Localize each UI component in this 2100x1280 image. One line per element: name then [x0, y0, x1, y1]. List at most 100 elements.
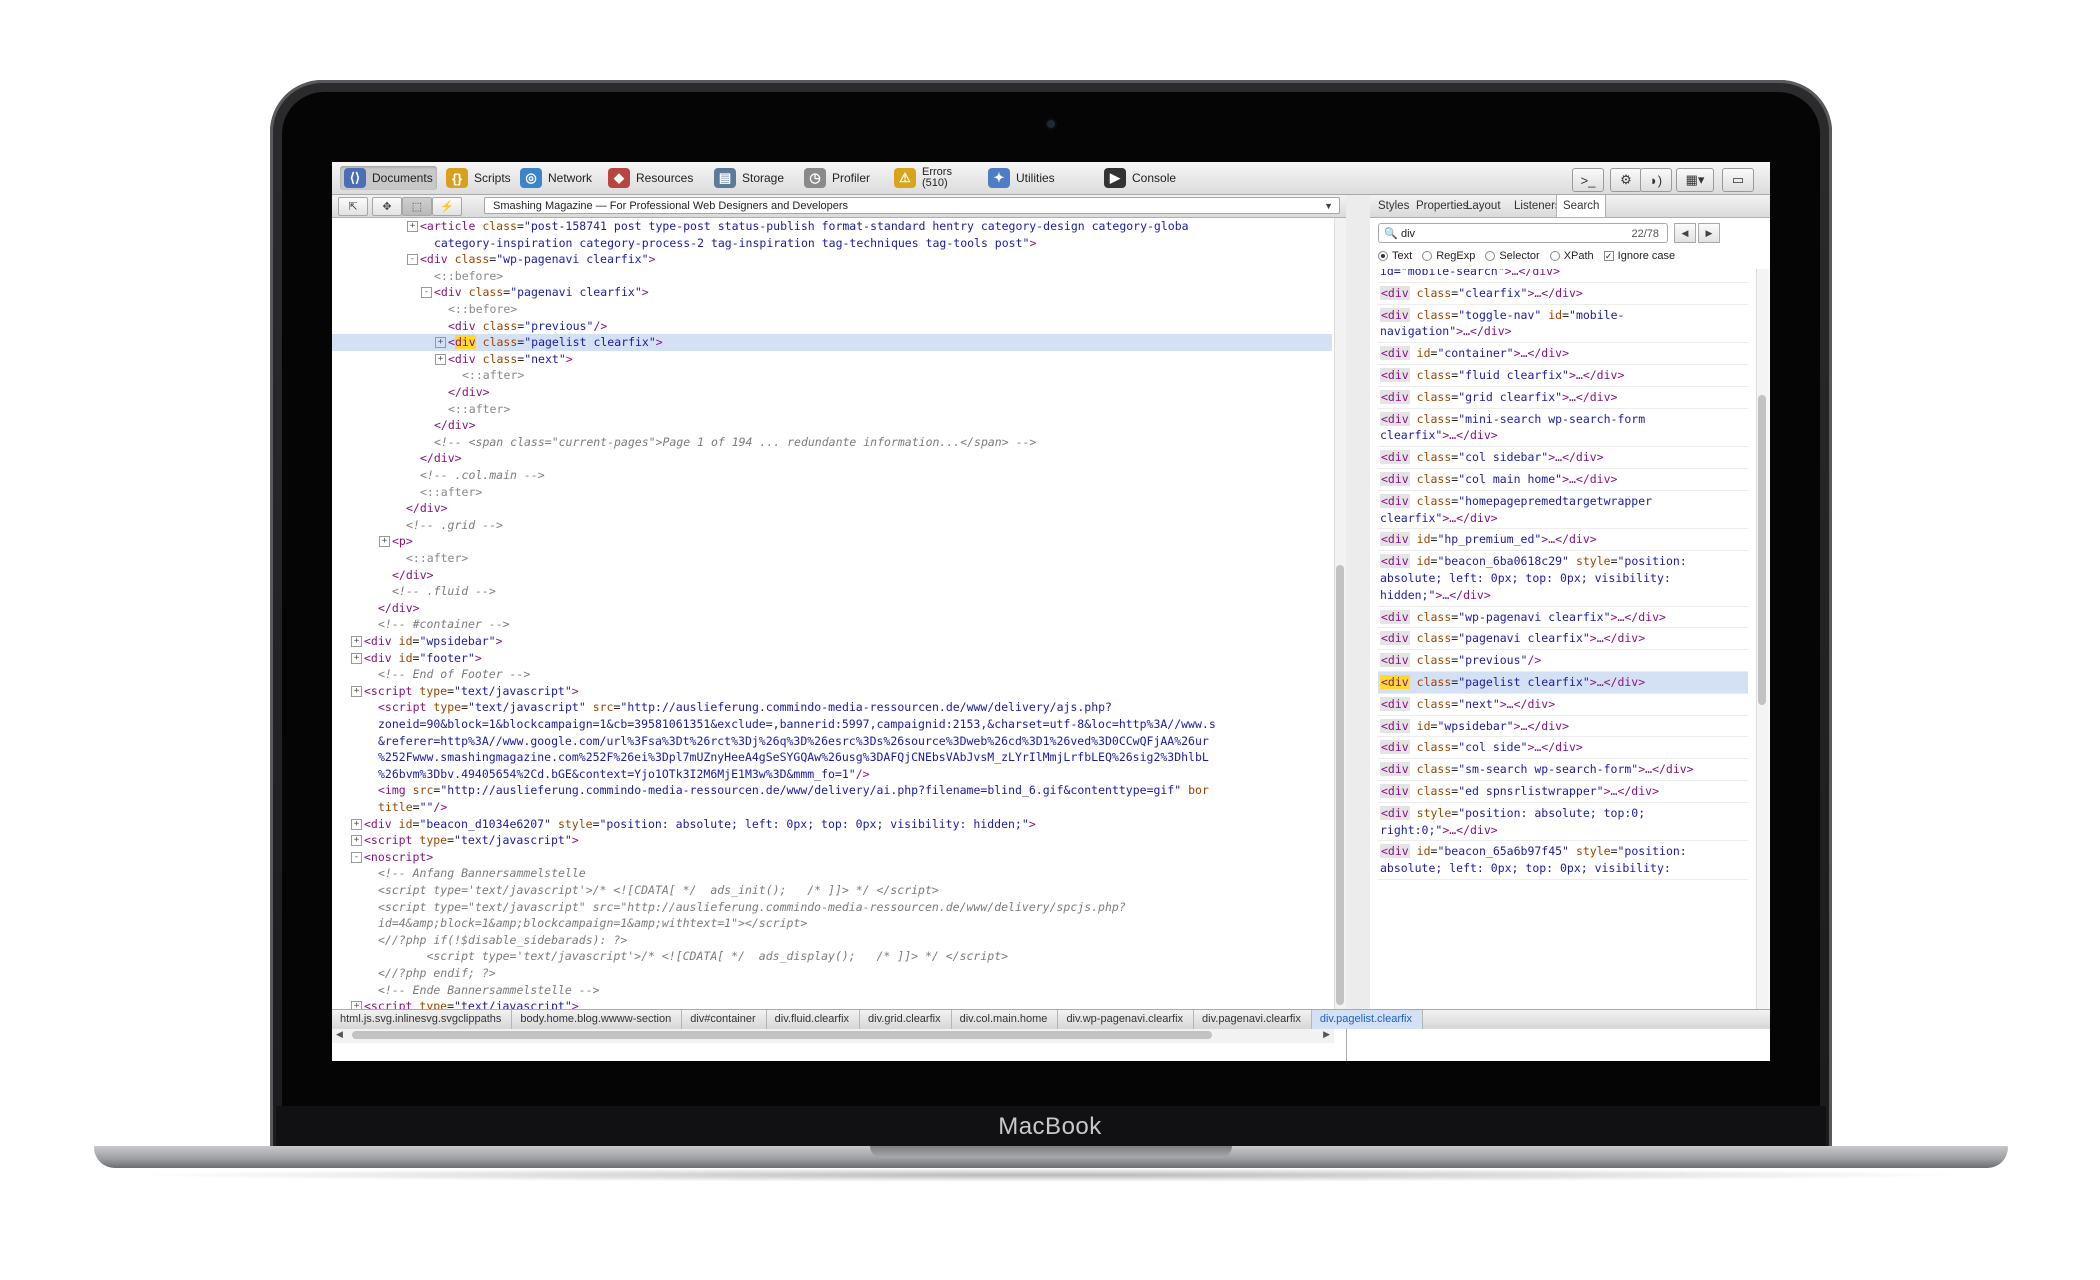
search-option-xpath[interactable]: XPath — [1549, 250, 1594, 262]
toolbar-errors-button[interactable]: ⚠ Errors (510) — [890, 166, 956, 190]
dom-node-line[interactable]: zoneid=90&block=1&blockcampaign=1&cb=395… — [332, 716, 1332, 733]
search-result-item[interactable]: <div class="homepagepremedtargetwrapper … — [1378, 491, 1748, 530]
search-result-item[interactable]: <div class="col side">…</div> — [1378, 737, 1748, 760]
toolbar-resources-button[interactable]: ◆ Resources — [604, 166, 697, 190]
dom-node-line[interactable]: + <div id="beacon_d1034e6207" style="posi… — [332, 816, 1332, 833]
dom-node-line[interactable]: + <article class="post-158741 post type-p… — [332, 218, 1332, 235]
breadcrumb-item[interactable]: div.fluid.clearfix — [767, 1010, 861, 1029]
dom-node-line[interactable]: </div> — [332, 450, 1332, 467]
toolbar-documents-button[interactable]: ⟨⟩ Documents — [340, 166, 437, 190]
dom-node-line[interactable]: + <div class="pagelist clearfix"> — [332, 334, 1332, 351]
dom-node-line[interactable]: <//?php endif; ?> — [332, 965, 1332, 982]
dom-node-line[interactable]: <::before> — [332, 268, 1332, 285]
dom-node-line[interactable]: <!-- Anfang Bannersammelstelle — [332, 865, 1332, 882]
search-result-item[interactable]: <div id="wpsidebar">…</div> — [1378, 716, 1748, 738]
dom-node-line[interactable]: title=""/> — [332, 799, 1332, 816]
breadcrumb-item[interactable]: div.pagelist.clearfix — [1311, 1010, 1423, 1029]
search-result-item[interactable]: id="mobile-search">…</div> — [1378, 269, 1748, 283]
search-result-item[interactable]: <div class="col sidebar">…</div> — [1378, 447, 1748, 469]
dom-node-line[interactable]: + <div class="next"> — [332, 351, 1332, 368]
dom-node-line[interactable]: category-inspiration category-process-2 … — [332, 235, 1332, 252]
toolbar-utilities-button[interactable]: ✦ Utilities — [984, 166, 1059, 190]
scroll-right-icon[interactable]: ▶ — [1323, 1029, 1330, 1040]
search-result-item[interactable]: <div id="beacon_65a6b97f45" style="posit… — [1378, 841, 1748, 880]
expand-icon[interactable]: + — [435, 353, 446, 365]
radio-icon[interactable] — [1378, 251, 1388, 261]
tab-styles[interactable]: Styles — [1372, 195, 1415, 217]
dom-node-line[interactable]: <script type="text/javascript" src="http… — [332, 899, 1332, 916]
search-next-button[interactable]: ▶ — [1698, 223, 1720, 243]
dom-node-line[interactable]: %26bvm%3Dbv.49405654%2Cd.bGE&context=Yjo… — [332, 766, 1332, 783]
radio-icon[interactable] — [1422, 251, 1433, 261]
settings-button[interactable]: ⚙ — [1610, 168, 1642, 192]
dom-node-line[interactable]: <//?php if(!$disable_sidebarads): ?> — [332, 932, 1332, 949]
search-result-item[interactable]: <div class="grid clearfix">…</div> — [1378, 387, 1748, 409]
expand-icon[interactable]: + — [351, 685, 362, 697]
dom-tree-hscroll-thumb[interactable] — [352, 1031, 1212, 1039]
events-button[interactable]: ⚡ — [432, 197, 462, 216]
search-result-item[interactable]: <div class="toggle-nav" id="mobile- navi… — [1378, 305, 1748, 344]
radio-icon[interactable] — [1549, 251, 1560, 261]
search-option-selector[interactable]: Selector — [1485, 250, 1540, 262]
expand-icon[interactable]: + — [407, 221, 418, 232]
checkbox-icon[interactable]: ✓ — [1603, 251, 1614, 261]
breadcrumb-item[interactable]: div#container — [682, 1010, 767, 1029]
dom-node-line[interactable]: </div> — [332, 500, 1332, 517]
dom-node-line[interactable]: <script type='text/javascript'>/* <![CDA… — [332, 948, 1332, 965]
dom-node-line[interactable]: <::after> — [332, 401, 1332, 418]
dom-node-line[interactable]: <::after> — [332, 550, 1332, 567]
dom-tree[interactable]: + <article class="post-158741 post type-p… — [332, 218, 1332, 1028]
page-select[interactable]: Smashing Magazine — For Professional Web… — [484, 197, 1340, 214]
search-result-item[interactable]: <div id="beacon_6ba0618c29" style="posit… — [1378, 551, 1748, 607]
toolbar-network-button[interactable]: ◎ Network — [516, 166, 596, 190]
toolbar-storage-button[interactable]: ▤ Storage — [710, 166, 788, 190]
search-result-item[interactable]: <div class="previous"/> — [1378, 650, 1748, 672]
results-scroll-thumb[interactable] — [1758, 395, 1766, 705]
search-result-item[interactable]: <div style="position: absolute; top:0; r… — [1378, 803, 1748, 842]
dom-node-line[interactable]: - <noscript> — [332, 849, 1332, 866]
dom-node-line[interactable]: <!-- .col.main --> — [332, 467, 1332, 484]
search-result-item[interactable]: <div class="wp-pagenavi clearfix">…</div… — [1378, 607, 1748, 629]
dom-tree-scroll-thumb[interactable] — [1336, 565, 1344, 1005]
tab-search[interactable]: Search — [1556, 195, 1607, 217]
layout-menu-button[interactable]: ▦▾ — [1676, 168, 1714, 192]
expand-icon[interactable]: + — [351, 835, 362, 847]
dom-node-line[interactable]: <!-- .fluid --> — [332, 583, 1332, 600]
dom-node-line[interactable]: <::after> — [332, 367, 1332, 384]
dom-node-line[interactable]: + <p> — [332, 533, 1332, 550]
collapse-icon[interactable]: - — [421, 287, 432, 299]
collapse-icon[interactable]: - — [351, 851, 362, 863]
breadcrumb-item[interactable]: body.home.blog.wwww-section — [512, 1010, 683, 1029]
search-option-ignore-case[interactable]: ✓ Ignore case — [1603, 250, 1675, 262]
dom-node-line[interactable]: <!-- .grid --> — [332, 517, 1332, 534]
toolbar-scripts-button[interactable]: {} Scripts — [442, 166, 515, 190]
expand-icon[interactable]: + — [379, 536, 390, 548]
collapse-icon[interactable]: - — [407, 254, 418, 266]
dom-node-line[interactable]: </div> — [332, 384, 1332, 401]
search-result-item[interactable]: <div class="col main home">…</div> — [1378, 469, 1748, 491]
search-result-item[interactable]: <div class="next">…</div> — [1378, 694, 1748, 716]
radio-icon[interactable] — [1485, 251, 1496, 261]
scroll-left-icon[interactable]: ◀ — [336, 1029, 343, 1040]
breadcrumb-item[interactable]: div.col.main.home — [952, 1010, 1059, 1029]
dom-node-line[interactable]: + <div id="wpsidebar"> — [332, 633, 1332, 650]
dom-node-line[interactable]: <!-- End of Footer --> — [332, 666, 1332, 683]
expand-icon[interactable]: + — [435, 337, 446, 349]
dom-node-line[interactable]: <!-- Ende Bannersammelstelle --> — [332, 982, 1332, 999]
dom-node-line[interactable]: </div> — [332, 567, 1332, 584]
search-prev-button[interactable]: ◀ — [1674, 223, 1696, 243]
search-option-text[interactable]: Text — [1378, 250, 1412, 262]
expand-icon[interactable]: + — [351, 652, 362, 664]
pane-divider[interactable] — [1346, 195, 1371, 1009]
search-result-item[interactable]: <div class="sm-search wp-search-form">…<… — [1378, 759, 1748, 781]
dom-node-line[interactable]: </div> — [332, 600, 1332, 617]
search-result-item[interactable]: <div id="hp_premium_ed">…</div> — [1378, 529, 1748, 552]
dom-node-line[interactable]: %252Fwww.smashingmagazine.com%252F%26ei%… — [332, 749, 1332, 766]
toolbar-profiler-button[interactable]: ◷ Profiler — [800, 166, 874, 190]
dom-node-line[interactable]: + <script type="text/javascript"> — [332, 683, 1332, 700]
dom-node-line[interactable]: <::before> — [332, 301, 1332, 318]
dock-button[interactable]: ◗) — [1640, 168, 1672, 192]
dom-node-line[interactable]: <img src="http://auslieferung.commindo-m… — [332, 782, 1332, 799]
search-result-item[interactable]: <div class="pagenavi clearfix">…</div> — [1378, 628, 1748, 651]
highlight-button[interactable]: ⬚ — [402, 197, 432, 216]
